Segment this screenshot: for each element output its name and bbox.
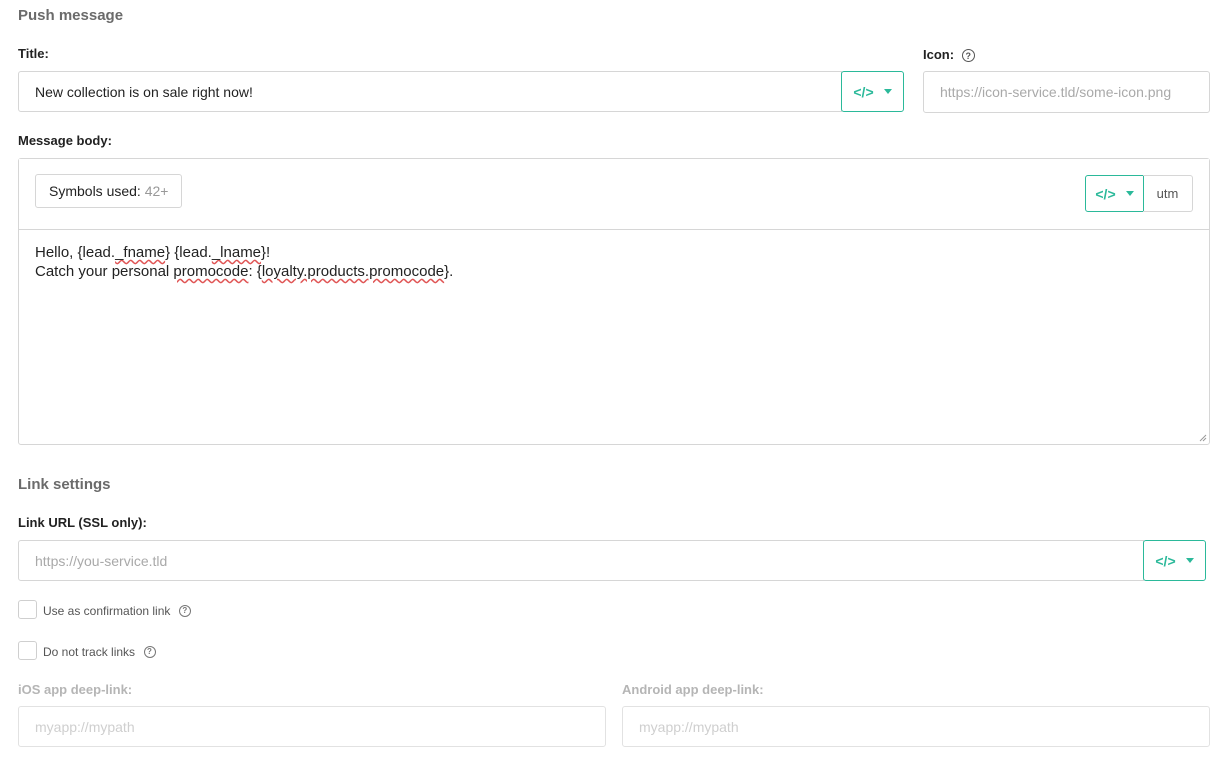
do-not-track-label: Do not track links bbox=[43, 645, 136, 659]
caret-down-icon bbox=[1185, 558, 1194, 563]
help-icon[interactable]: ? bbox=[143, 645, 156, 658]
do-not-track-row: Do not track links ? bbox=[43, 643, 156, 661]
title-label: Title: bbox=[18, 46, 49, 61]
confirmation-link-label: Use as confirmation link bbox=[43, 604, 171, 618]
body-text: : { bbox=[248, 263, 262, 280]
code-icon: </> bbox=[1095, 185, 1116, 202]
body-text: } {lead. bbox=[165, 244, 212, 261]
code-icon: </> bbox=[1155, 552, 1176, 569]
ios-deeplink-label: iOS app deep-link: bbox=[18, 682, 133, 697]
message-body-editor: Symbols used: 42+ </> utm Hello, {lead._… bbox=[18, 158, 1210, 445]
message-body-textarea[interactable]: Hello, {lead._fname} {lead._lname}! Catc… bbox=[35, 243, 453, 281]
utm-button[interactable]: utm bbox=[1143, 175, 1193, 212]
symbols-label: Symbols used: bbox=[49, 183, 141, 199]
link-url-input[interactable]: https://you-service.tld bbox=[18, 540, 1144, 581]
confirmation-link-row: Use as confirmation link ? bbox=[43, 602, 191, 620]
icon-url-input[interactable]: https://icon-service.tld/some-icon.png bbox=[923, 71, 1210, 113]
icon-url-placeholder: https://icon-service.tld/some-icon.png bbox=[940, 84, 1172, 100]
body-text: _fname bbox=[115, 244, 166, 261]
link-insert-variable-button[interactable]: </> bbox=[1143, 540, 1206, 581]
do-not-track-checkbox[interactable] bbox=[18, 641, 37, 660]
body-line-1: Hello, {lead._fname} {lead._lname}! bbox=[35, 243, 453, 262]
link-section-title: Link settings bbox=[18, 476, 111, 493]
body-text: _lname bbox=[211, 244, 262, 261]
android-deeplink-placeholder: myapp://mypath bbox=[639, 718, 739, 735]
caret-down-icon bbox=[883, 89, 892, 94]
android-deeplink-label: Android app deep-link: bbox=[622, 682, 764, 697]
body-line-2: Catch your personal promocode: {loyalty.… bbox=[35, 262, 453, 281]
link-url-label: Link URL (SSL only): bbox=[18, 515, 147, 530]
title-insert-variable-button[interactable]: </> bbox=[841, 71, 904, 112]
symbols-count: 42+ bbox=[144, 183, 169, 199]
help-icon[interactable]: ? bbox=[961, 49, 975, 63]
caret-down-icon bbox=[1125, 191, 1134, 196]
editor-toolbar: Symbols used: 42+ </> utm bbox=[19, 159, 1209, 230]
confirmation-link-checkbox[interactable] bbox=[18, 600, 37, 619]
icon-label: Icon: ? bbox=[923, 47, 975, 63]
symbols-counter: Symbols used: 42+ bbox=[35, 174, 182, 208]
ios-deeplink-input[interactable]: myapp://mypath bbox=[18, 706, 606, 747]
body-text: }. bbox=[444, 263, 454, 280]
android-deeplink-input[interactable]: myapp://mypath bbox=[622, 706, 1210, 747]
title-input-value: New collection is on sale right now! bbox=[35, 83, 253, 100]
title-input[interactable]: New collection is on sale right now! bbox=[18, 71, 842, 112]
body-text: loyalty.products.promocode bbox=[261, 263, 445, 280]
body-text: Catch your personal bbox=[35, 263, 174, 280]
icon-label-text: Icon: bbox=[923, 47, 955, 62]
code-icon: </> bbox=[853, 83, 874, 100]
body-text: }! bbox=[261, 244, 271, 261]
help-icon[interactable]: ? bbox=[178, 604, 191, 617]
ios-deeplink-placeholder: myapp://mypath bbox=[35, 718, 135, 735]
link-url-placeholder: https://you-service.tld bbox=[35, 552, 168, 569]
message-body-label: Message body: bbox=[18, 133, 112, 148]
body-text: Hello, {lead. bbox=[35, 244, 116, 261]
resize-handle-icon[interactable] bbox=[1199, 434, 1207, 442]
body-insert-variable-button[interactable]: </> bbox=[1085, 175, 1144, 212]
push-section-title: Push message bbox=[18, 7, 124, 24]
body-text: promocode bbox=[173, 263, 249, 280]
